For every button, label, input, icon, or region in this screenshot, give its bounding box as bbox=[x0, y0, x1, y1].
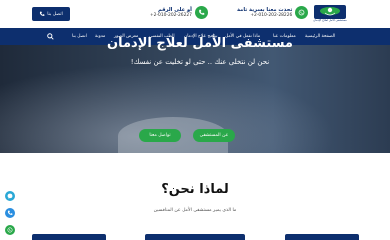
feature-card bbox=[32, 234, 106, 240]
messenger-float-button[interactable] bbox=[5, 191, 15, 201]
whatsapp-float-button[interactable] bbox=[5, 225, 15, 235]
contact-us-button[interactable]: تواصل معنا bbox=[139, 129, 181, 142]
phone-float-button[interactable] bbox=[5, 208, 15, 218]
contact-primary-phone: +2-010-202-28226 bbox=[250, 13, 293, 18]
logo-caption: مستشفى الأمل لعلاج الإدمان bbox=[313, 18, 347, 22]
whatsapp-icon bbox=[7, 227, 13, 233]
search-icon[interactable] bbox=[47, 33, 54, 40]
nav-item-contact[interactable]: اتصل بنا bbox=[72, 28, 87, 45]
phone-icon bbox=[40, 11, 45, 16]
top-header: اتصل بنا أو على الرقم +2-010-202-26227 ت… bbox=[0, 0, 390, 28]
why-us-subtitle: ما الذي يميز مستشفى الأمل عن المنافسين bbox=[153, 208, 237, 213]
hero-subtitle: نحن لن نتخلى عنك .. حتى لو تخليت عن نفسك… bbox=[130, 58, 270, 66]
contact-primary[interactable]: تحدث معنا بسرية تامة +2-010-202-28226 bbox=[237, 6, 309, 19]
call-us-label: اتصل بنا bbox=[47, 11, 63, 17]
about-hospital-button[interactable]: عن المستشفى bbox=[193, 129, 235, 142]
contact-secondary[interactable]: أو على الرقم +2-010-202-26227 bbox=[150, 6, 208, 19]
why-us-title: لماذا نحن؟ bbox=[161, 182, 229, 197]
contact-secondary-phone: +2-010-202-26227 bbox=[150, 13, 192, 18]
messenger-icon bbox=[7, 193, 13, 199]
feature-card bbox=[285, 234, 359, 240]
feature-card bbox=[145, 234, 245, 240]
whatsapp-icon bbox=[295, 6, 309, 19]
phone-icon bbox=[7, 210, 13, 215]
call-us-button[interactable]: اتصل بنا bbox=[32, 7, 70, 21]
phone-icon bbox=[194, 6, 208, 19]
hero-title: مستشفى الأمل لعلاج الإدمان bbox=[107, 36, 293, 51]
